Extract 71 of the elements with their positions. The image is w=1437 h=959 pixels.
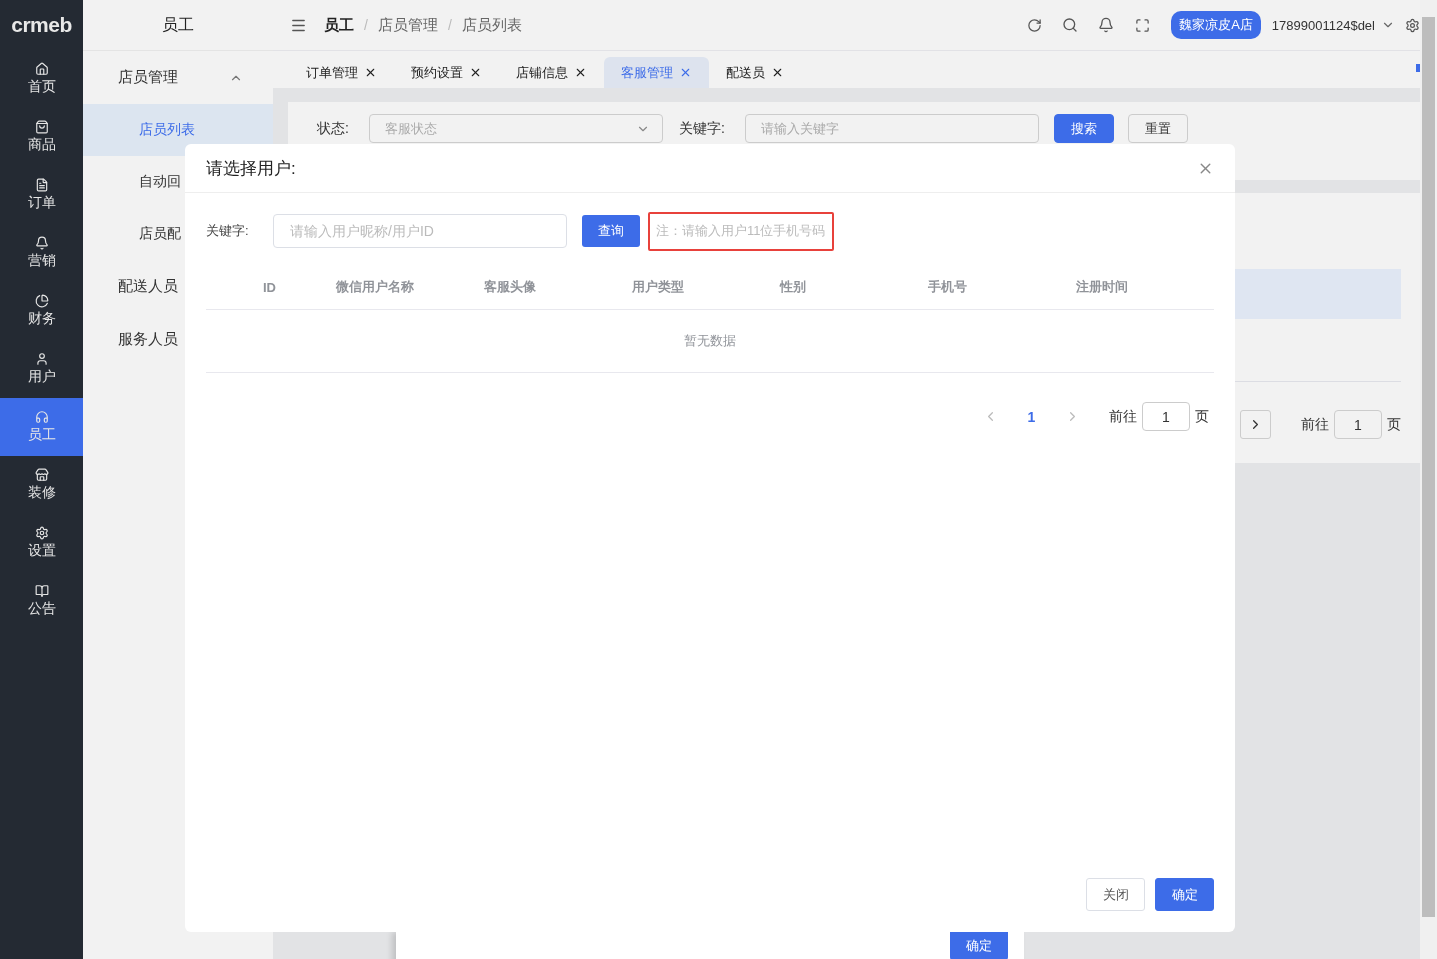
column-header: 用户类型 (632, 278, 685, 296)
sidebar-item[interactable]: 公告 (0, 572, 83, 630)
bell-icon (34, 236, 49, 250)
status-label: 状态: (317, 119, 349, 138)
goto-label: 前往 (1109, 407, 1137, 426)
logo: crmeb (10, 12, 73, 38)
breadcrumb-separator: / (364, 17, 368, 33)
close-icon[interactable] (364, 66, 377, 79)
page-suffix: 页 (1195, 407, 1209, 426)
submenu-group[interactable]: 店员管理 (83, 51, 273, 104)
headphones-icon (34, 410, 49, 424)
tab[interactable]: 订单管理 (289, 57, 394, 88)
page-input[interactable]: 1 (1334, 410, 1382, 439)
fullscreen-icon[interactable] (1134, 17, 1150, 33)
page-input[interactable]: 1 (1142, 402, 1190, 431)
confirm-button[interactable]: 确定 (950, 932, 1008, 959)
empty-text: 暂无数据 (684, 332, 736, 350)
settings-icon[interactable] (1405, 17, 1420, 33)
reset-button[interactable]: 重置 (1127, 114, 1188, 143)
settings-icon (34, 526, 49, 540)
confirm-button[interactable]: 确定 (1155, 878, 1214, 911)
book-icon (34, 584, 49, 598)
close-icon[interactable] (469, 66, 482, 79)
sidebar-item[interactable]: 营销 (0, 224, 83, 282)
refresh-icon[interactable] (1026, 17, 1042, 33)
document-icon (34, 178, 49, 192)
breadcrumb-item[interactable]: 店员列表 (461, 15, 522, 35)
page-suffix: 页 (1387, 415, 1401, 434)
column-header: 注册时间 (1076, 278, 1129, 296)
column-header: ID (263, 279, 277, 295)
tab[interactable]: 配送员 (709, 57, 801, 88)
column-header: 微信用户名称 (336, 278, 415, 296)
column-header: 手机号 (928, 278, 968, 296)
store-icon (34, 468, 49, 482)
sidebar-item[interactable]: 装修 (0, 456, 83, 514)
modal-title: 请选择用户: (206, 157, 296, 180)
sidebar-item[interactable]: 首页 (0, 50, 83, 108)
sidebar-item[interactable]: 员工 (0, 398, 83, 456)
tab[interactable]: 预约设置 (394, 57, 499, 88)
house-icon (34, 62, 49, 76)
column-header: 性别 (780, 278, 807, 296)
breadcrumb-item[interactable]: 员工 (324, 15, 354, 35)
close-icon[interactable] (771, 66, 784, 79)
tab[interactable]: 客服管理 (604, 57, 709, 88)
tab[interactable]: 店铺信息 (499, 57, 604, 88)
submenu-item[interactable]: 店员列表 (83, 104, 273, 156)
store-badge[interactable]: 魏家凉皮A店 (1171, 11, 1261, 39)
search-button[interactable]: 搜索 (1053, 114, 1114, 143)
sidebar-item[interactable]: 用户 (0, 340, 83, 398)
close-icon[interactable] (574, 66, 587, 79)
user-name[interactable]: 17899001124$del (1271, 17, 1375, 33)
bell-icon[interactable] (1098, 17, 1115, 33)
breadcrumb-separator: / (447, 17, 452, 33)
breadcrumb-item[interactable]: 店员管理 (377, 15, 438, 35)
goto-label: 前往 (1301, 415, 1329, 434)
page-number[interactable]: 1 (1011, 408, 1052, 425)
keyword-label: 关键字: (206, 222, 250, 240)
close-button[interactable]: 关闭 (1086, 878, 1145, 911)
sidebar-item[interactable]: 商品 (0, 108, 83, 166)
search-icon[interactable] (1062, 17, 1079, 33)
note-text: 注：请输入用户11位手机号码 (648, 211, 834, 251)
keyword-field[interactable]: 请输入用户昵称/用户ID (273, 214, 567, 248)
bag-icon (34, 120, 49, 134)
column-header: 客服头像 (484, 278, 537, 296)
sidebar-item[interactable]: 订单 (0, 166, 83, 224)
sidebar-item[interactable]: 设置 (0, 514, 83, 572)
query-button[interactable]: 查询 (582, 215, 640, 247)
keyword-label: 关键字: (678, 119, 725, 138)
pie-chart-icon (34, 294, 49, 308)
sidebar-item[interactable]: 财务 (0, 282, 83, 340)
user-icon (34, 352, 49, 366)
